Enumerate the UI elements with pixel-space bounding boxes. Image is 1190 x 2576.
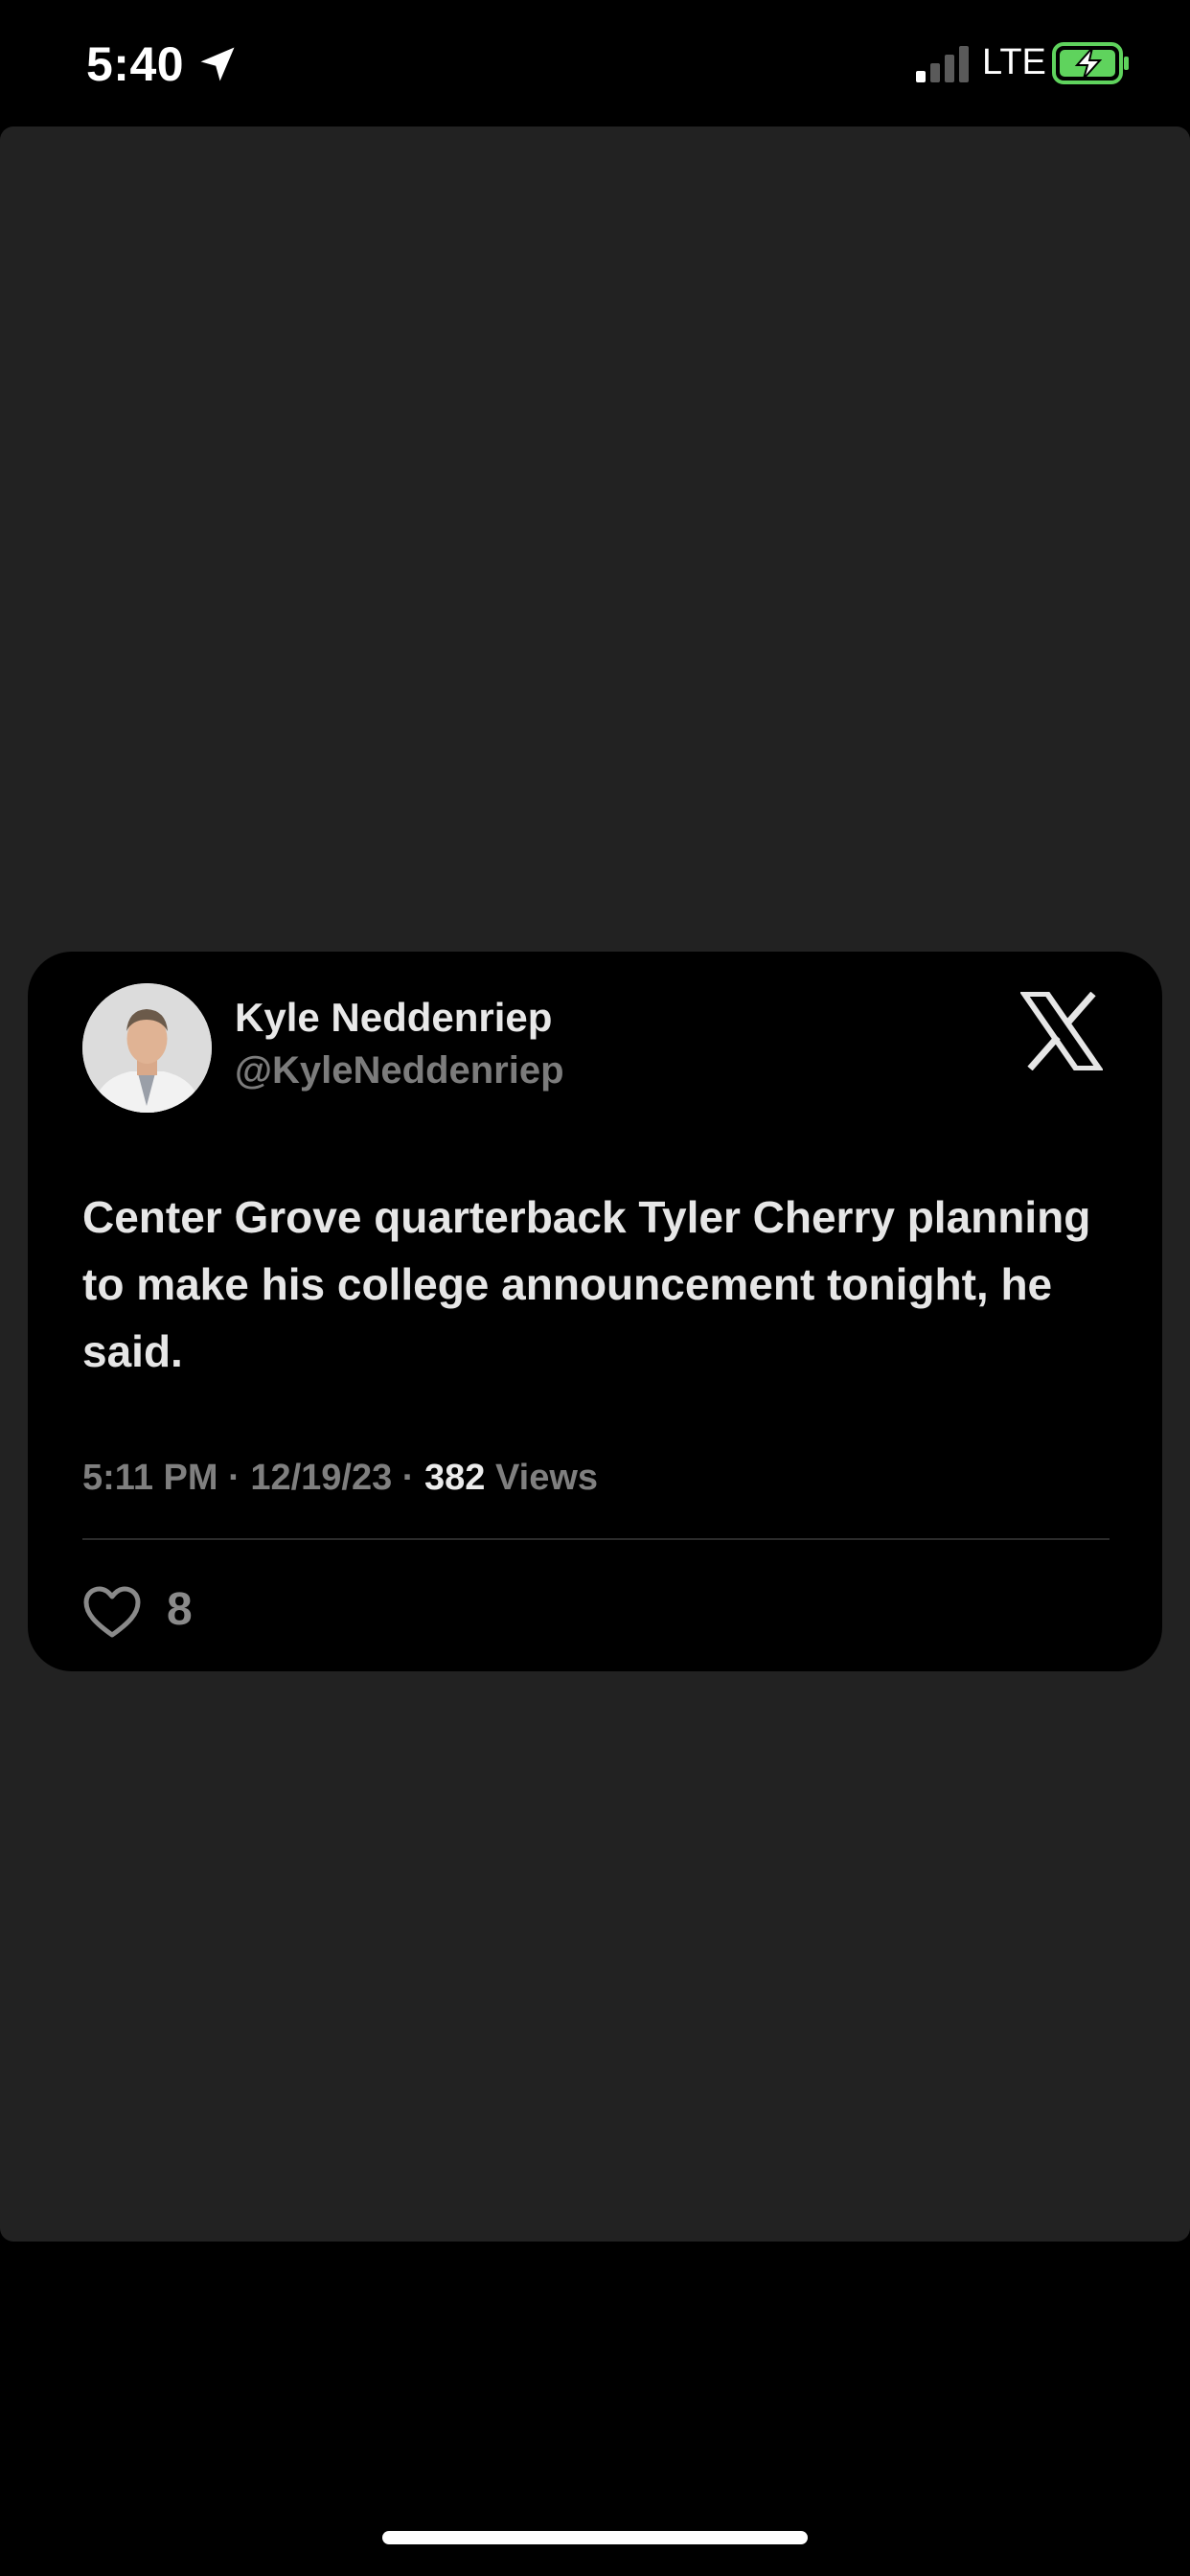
like-button[interactable]: 8 [82, 1579, 226, 1646]
network-type: LTE [982, 42, 1046, 82]
avatar[interactable] [82, 983, 212, 1113]
tweet-text: Center Grove quarterback Tyler Cherry pl… [82, 1192, 1091, 1376]
tweet-time: 5:11 PM [82, 1458, 218, 1498]
meta-separator: · [392, 1458, 425, 1498]
status-time: 5:40 [86, 37, 185, 91]
author-name[interactable]: Kyle Neddenriep [235, 995, 552, 1041]
x-logo-icon [1020, 992, 1103, 1070]
tweet-date: 12/19/23 [250, 1458, 393, 1498]
heart-icon [83, 1586, 141, 1638]
divider [82, 1538, 1110, 1540]
tweet-meta: 5:11 PM · 12/19/23 · 382 Views [82, 1458, 598, 1499]
home-indicator[interactable] [382, 2531, 808, 2544]
cellular-signal-icon [916, 46, 969, 82]
views-count: 382 [424, 1458, 486, 1498]
meta-separator: · [217, 1458, 251, 1498]
status-bar: 5:40 LTE [0, 0, 1190, 126]
author-handle[interactable]: @KyleNeddenriep [235, 1049, 564, 1092]
content-area: Kyle Neddenriep @KyleNeddenriep Center G… [0, 126, 1190, 2242]
avatar-photo [82, 983, 212, 1113]
tweet-card[interactable]: Kyle Neddenriep @KyleNeddenriep Center G… [28, 952, 1162, 1671]
like-count: 8 [167, 1584, 193, 1635]
location-arrow-icon [200, 47, 235, 81]
views-label: Views [494, 1458, 599, 1498]
battery-charging-icon [1052, 42, 1129, 84]
